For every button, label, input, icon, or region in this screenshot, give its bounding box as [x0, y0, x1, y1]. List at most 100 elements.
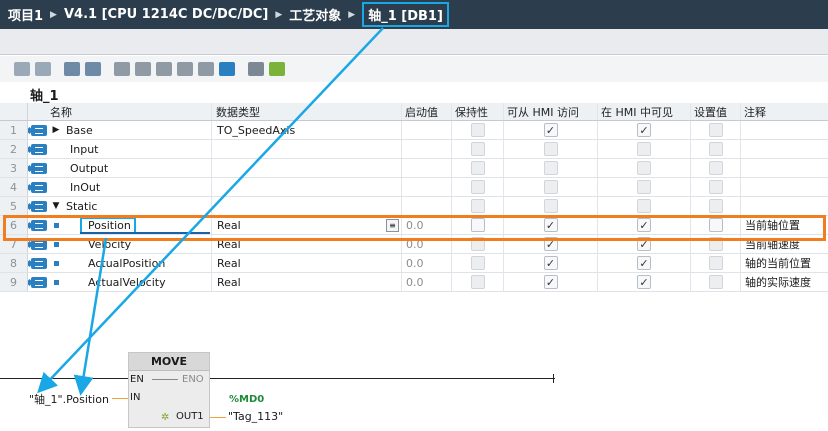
row-start: [402, 140, 452, 158]
retain-checkbox: [470, 123, 485, 137]
row-datatype[interactable]: [213, 197, 402, 215]
snapshot-icon[interactable]: [114, 62, 130, 76]
table-row[interactable]: 8 ActualPosition Real 0.0 ✓ ✓ 轴的当前位置: [0, 254, 828, 273]
copy-snapshot-icon[interactable]: [135, 62, 151, 76]
keep-values-icon[interactable]: [248, 62, 264, 76]
in-param-wire: [112, 398, 128, 399]
breadcrumb-separator-icon: ▶: [275, 9, 283, 20]
row-comment[interactable]: 轴的当前位置: [741, 254, 828, 272]
header-num: [0, 103, 28, 120]
row-start[interactable]: 0.0: [402, 254, 452, 272]
row-comment[interactable]: [741, 140, 828, 158]
header-datatype[interactable]: 数据类型: [213, 103, 402, 120]
hmi-visible-checkbox: [637, 180, 651, 194]
add-row-icon[interactable]: [35, 62, 51, 76]
list-icon[interactable]: [219, 62, 235, 76]
hmi-visible-checkbox[interactable]: ✓: [637, 256, 651, 270]
expand-arrow-icon[interactable]: ▶: [50, 125, 62, 135]
collapse-all-icon[interactable]: [85, 62, 101, 76]
row-name: Static: [66, 199, 98, 213]
row-datatype[interactable]: [213, 178, 402, 196]
row-name: Output: [70, 161, 109, 175]
row-datatype[interactable]: Real: [213, 273, 402, 291]
row-name: Input: [70, 142, 99, 156]
pin-en: EN: [130, 374, 144, 385]
retain-checkbox: [470, 142, 485, 156]
setpoint-checkbox: [708, 180, 723, 194]
pin-out1: OUT1: [176, 411, 204, 422]
header-hmi-access[interactable]: 可从 HMI 访问: [504, 103, 598, 120]
hmi-access-checkbox[interactable]: ✓: [543, 275, 558, 289]
setpoint-checkbox: [708, 256, 723, 270]
start-values-icon[interactable]: [177, 62, 193, 76]
hmi-access-checkbox[interactable]: ✓: [543, 123, 558, 137]
row-number: 8: [0, 254, 28, 272]
table-row[interactable]: 9 ActualVelocity Real 0.0 ✓ ✓ 轴的实际速度: [0, 273, 828, 292]
row-datatype[interactable]: Real: [213, 254, 402, 272]
row-number: 3: [0, 159, 28, 177]
header-setpoint[interactable]: 设置值: [691, 103, 741, 120]
row-comment[interactable]: [741, 121, 828, 139]
setpoint-checkbox: [708, 161, 723, 175]
hmi-access-checkbox: [543, 142, 558, 156]
hmi-visible-checkbox[interactable]: ✓: [637, 275, 651, 289]
breadcrumb-technology-objects[interactable]: 工艺对象: [289, 5, 341, 24]
row-datatype[interactable]: [213, 159, 402, 177]
interface-icon: [31, 143, 47, 155]
monitor-icon[interactable]: [269, 62, 285, 76]
row-start: [402, 197, 452, 215]
db-title: 轴_1: [30, 89, 59, 104]
setpoints-icon[interactable]: [198, 62, 214, 76]
header-name[interactable]: 名称: [50, 103, 212, 120]
retain-checkbox: [470, 161, 485, 175]
table-row[interactable]: 4 InOut: [0, 178, 828, 197]
hmi-visible-checkbox[interactable]: ✓: [637, 123, 651, 137]
row-comment[interactable]: 轴的实际速度: [741, 273, 828, 291]
table-row[interactable]: 2 Input: [0, 140, 828, 159]
row-datatype[interactable]: [213, 140, 402, 158]
in-parameter[interactable]: "轴_1".Position: [29, 391, 109, 407]
out-address: %MD0: [229, 394, 265, 405]
breadcrumb-project[interactable]: 项目1: [8, 5, 43, 24]
row-number: 4: [0, 178, 28, 196]
expand-all-icon[interactable]: [64, 62, 80, 76]
breadcrumb-cpu[interactable]: V4.1 [CPU 1214C DC/DC/DC]: [64, 7, 268, 22]
rail-end: [553, 374, 554, 383]
row-start[interactable]: 0.0: [402, 273, 452, 291]
header-comment[interactable]: 注释: [741, 103, 828, 120]
breadcrumb-axis-db[interactable]: 轴_1 [DB1]: [362, 2, 449, 27]
row-start: [402, 159, 452, 177]
load-snapshot-icon[interactable]: [156, 62, 172, 76]
row-comment[interactable]: [741, 159, 828, 177]
insert-row-icon[interactable]: [14, 62, 30, 76]
hmi-access-checkbox: [543, 199, 558, 213]
retain-checkbox: [470, 199, 485, 213]
retain-checkbox: [470, 256, 485, 270]
row-comment[interactable]: [741, 178, 828, 196]
collapse-arrow-icon[interactable]: ▼: [50, 201, 62, 211]
table-row[interactable]: 3 Output: [0, 159, 828, 178]
header-start[interactable]: 启动值: [402, 103, 452, 120]
row-name: InOut: [70, 180, 101, 194]
move-title: MOVE: [129, 353, 209, 371]
interface-table: 名称 数据类型 启动值 保持性 可从 HMI 访问 在 HMI 中可见 设置值 …: [0, 103, 828, 292]
interface-icon: [31, 200, 47, 212]
row-comment[interactable]: [741, 197, 828, 215]
row-start: [402, 121, 452, 139]
member-bullet-icon: [54, 241, 59, 247]
setpoint-checkbox: [708, 142, 723, 156]
table-row[interactable]: 1 ▶ Base TO_SpeedAxis ✓ ✓: [0, 121, 828, 140]
pin-in: IN: [130, 392, 141, 403]
out-parameter[interactable]: "Tag_113": [228, 410, 283, 423]
retain-checkbox: [470, 180, 485, 194]
hmi-access-checkbox[interactable]: ✓: [543, 256, 558, 270]
header-hmi-visible[interactable]: 在 HMI 中可见: [598, 103, 691, 120]
table-row[interactable]: 5 ▼ Static: [0, 197, 828, 216]
row-datatype[interactable]: TO_SpeedAxis: [213, 121, 402, 139]
hmi-visible-checkbox: [637, 142, 651, 156]
table-header: 名称 数据类型 启动值 保持性 可从 HMI 访问 在 HMI 中可见 设置值 …: [0, 103, 828, 121]
setpoint-checkbox: [708, 275, 723, 289]
header-retain[interactable]: 保持性: [452, 103, 504, 120]
interface-icon: [31, 124, 47, 136]
output-marker-icon: ✲: [161, 412, 170, 423]
